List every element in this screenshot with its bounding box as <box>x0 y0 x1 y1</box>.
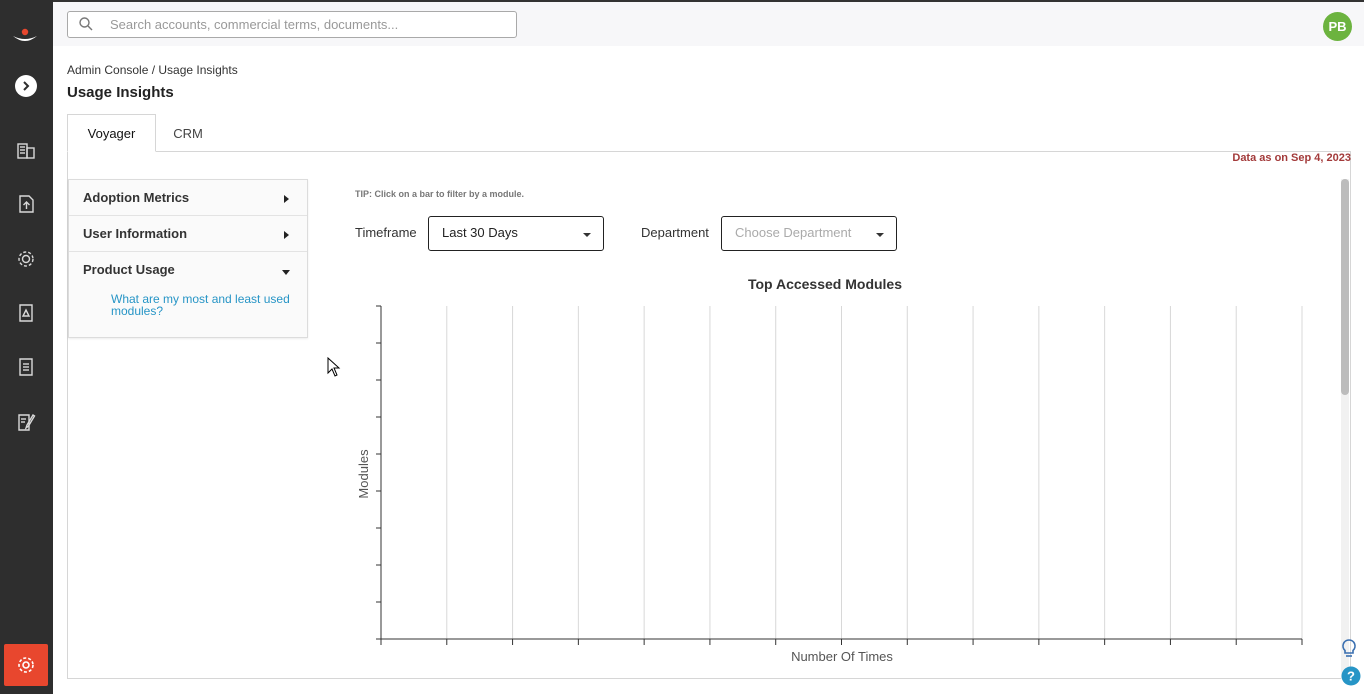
svg-text:?: ? <box>1347 669 1355 684</box>
x-axis-label: Number Of Times <box>791 649 893 664</box>
most-least-used-modules-link[interactable]: What are my most and least used modules? <box>111 293 301 317</box>
accounts-building-icon[interactable] <box>15 139 37 161</box>
help-icon[interactable]: ? <box>1340 665 1362 687</box>
accordion-product-usage[interactable]: Product Usage <box>69 252 307 288</box>
y-axis-label: Modules <box>356 449 371 499</box>
accordion-adoption-metrics[interactable]: Adoption Metrics <box>69 180 307 216</box>
global-search[interactable] <box>67 11 517 38</box>
department-placeholder: Choose Department <box>735 225 852 240</box>
department-select[interactable]: Choose Department <box>721 216 897 251</box>
document-edit-icon[interactable] <box>15 411 37 433</box>
insights-accordion: Adoption Metrics User Information Produc… <box>68 179 308 338</box>
timeframe-select[interactable]: Last 30 Days <box>428 216 604 251</box>
breadcrumb: Admin Console / Usage Insights <box>67 63 238 77</box>
app-logo-icon[interactable] <box>11 28 39 46</box>
document-list-icon[interactable] <box>15 356 37 378</box>
lightbulb-icon[interactable] <box>1338 638 1360 660</box>
caret-right-icon <box>284 231 289 239</box>
document-alert-icon[interactable] <box>15 302 37 324</box>
chart-gridlines <box>446 306 1303 639</box>
timeframe-label: Timeframe <box>355 225 417 240</box>
top-bar: PB <box>53 0 1364 46</box>
user-avatar[interactable]: PB <box>1323 12 1352 41</box>
department-label: Department <box>641 225 709 240</box>
vertical-scrollbar[interactable] <box>1341 179 1349 679</box>
search-input[interactable] <box>110 15 505 34</box>
left-nav-rail <box>0 0 53 694</box>
top-modules-chart[interactable]: Modules Number Of Times <box>355 298 1315 668</box>
chevron-down-icon <box>583 233 591 237</box>
document-upload-icon[interactable] <box>15 193 37 215</box>
chart-title: Top Accessed Modules <box>747 276 903 292</box>
expand-nav-icon[interactable] <box>15 75 37 97</box>
tip-text: TIP: Click on a bar to filter by a modul… <box>355 189 525 199</box>
accordion-label: User Information <box>83 226 188 241</box>
accordion-user-information[interactable]: User Information <box>69 216 307 252</box>
search-icon <box>79 17 93 31</box>
tab-voyager[interactable]: Voyager <box>67 114 156 152</box>
tab-crm[interactable]: CRM <box>156 114 220 152</box>
caret-right-icon <box>284 195 289 203</box>
chart-ticks <box>376 305 1303 645</box>
scrollbar-thumb[interactable] <box>1341 179 1349 395</box>
data-date-label: Data as on Sep 4, 2023 <box>1232 152 1351 164</box>
timeframe-value: Last 30 Days <box>442 225 518 240</box>
gear-network-icon[interactable] <box>15 248 37 270</box>
accordion-label: Adoption Metrics <box>83 190 190 205</box>
caret-down-icon <box>282 270 290 275</box>
admin-settings-icon[interactable] <box>4 644 48 686</box>
accordion-label: Product Usage <box>83 262 175 277</box>
page-title: Usage Insights <box>67 84 174 101</box>
chevron-down-icon <box>876 233 884 237</box>
mouse-cursor-icon <box>327 356 341 382</box>
